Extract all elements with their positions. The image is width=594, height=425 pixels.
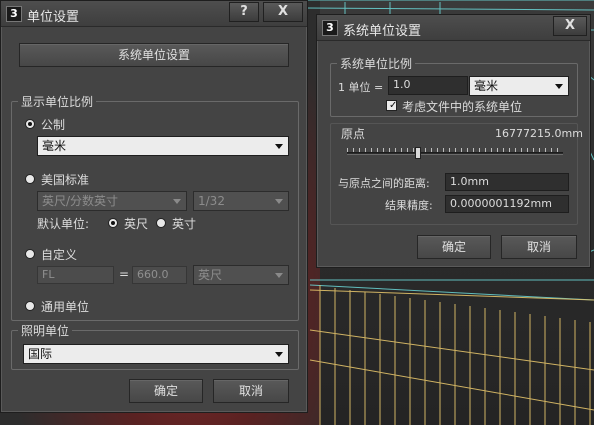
precision-label: 结果精度: (385, 199, 433, 212)
ok-button[interactable]: 确定 (129, 379, 203, 403)
origin-slider-handle[interactable] (415, 147, 421, 159)
us-standard-label: 美国标准 (41, 173, 90, 187)
select-value: 英尺/分数英寸 (42, 194, 119, 208)
chevron-down-icon (173, 199, 181, 204)
close-button[interactable]: X (553, 16, 587, 36)
dialog-title: 单位设置 (27, 10, 80, 25)
distance-label: 与原点之间的距离: (338, 177, 430, 190)
unit-value-field[interactable]: 1.0 (388, 76, 468, 95)
units-setup-titlebar[interactable]: 3 单位设置 ? X (1, 1, 307, 27)
app-logo-icon: 3 (6, 6, 22, 22)
default-feet-radio[interactable] (108, 218, 118, 228)
select-value: 毫米 (474, 79, 499, 93)
system-units-setup-dialog: 3 系统单位设置 X 系统单位比例 1 单位 = 1.0 毫米 ✓ 考虑文件中的… (316, 14, 591, 268)
equals-sign: = (119, 267, 130, 281)
default-inches-radio[interactable] (156, 218, 166, 228)
group-title: 系统单位比例 (337, 55, 416, 72)
origin-label: 原点 (341, 127, 366, 141)
precision-field: 0.0000001192mm (445, 195, 569, 213)
chevron-down-icon (275, 273, 283, 278)
cancel-button[interactable]: 取消 (501, 235, 577, 259)
default-feet-label: 英尺 (124, 217, 149, 231)
custom-name-field[interactable]: FL (37, 266, 114, 284)
select-value: 国际 (28, 347, 53, 361)
system-units-titlebar[interactable]: 3 系统单位设置 X (317, 15, 590, 41)
distance-field: 1.0mm (445, 173, 569, 191)
app-logo-icon: 3 (322, 20, 338, 36)
unit-type-select[interactable]: 毫米 (469, 76, 569, 96)
origin-slider[interactable] (347, 152, 563, 155)
origin-value: 16777215.0mm (495, 127, 583, 140)
dialog-title: 系统单位设置 (343, 24, 422, 39)
group-title: 显示单位比例 (18, 93, 97, 110)
generic-units-label: 通用单位 (41, 300, 90, 314)
chevron-down-icon (275, 199, 283, 204)
respect-system-units-checkbox[interactable]: ✓ (386, 100, 397, 111)
us-fraction-select[interactable]: 1/32 (193, 191, 289, 211)
custom-value-field[interactable]: 660.0 (132, 266, 187, 284)
unit-equals-label: 1 单位 = (338, 81, 384, 94)
us-standard-radio[interactable] (25, 174, 35, 184)
default-unit-label: 默认单位: (37, 217, 90, 231)
respect-system-units-label: 考虑文件中的系统单位 (402, 100, 523, 114)
display-unit-scale-group: 显示单位比例 (11, 93, 299, 321)
generic-units-radio[interactable] (25, 301, 35, 311)
custom-unit-select[interactable]: 英尺 (193, 265, 289, 285)
system-units-setup-button[interactable]: 系统单位设置 (19, 43, 289, 67)
chevron-down-icon (275, 352, 283, 357)
custom-label: 自定义 (41, 248, 78, 262)
select-value: 英尺 (198, 268, 223, 282)
checkmark-icon: ✓ (389, 100, 398, 111)
default-inches-label: 英寸 (172, 217, 197, 231)
metric-units-select[interactable]: 毫米 (37, 136, 289, 156)
metric-label: 公制 (41, 118, 66, 132)
select-value: 1/32 (198, 194, 225, 208)
group-title: 照明单位 (18, 322, 73, 339)
lighting-units-select[interactable]: 国际 (23, 344, 289, 364)
chevron-down-icon (275, 144, 283, 149)
chevron-down-icon (555, 84, 563, 89)
cancel-button[interactable]: 取消 (213, 379, 289, 403)
us-units-select[interactable]: 英尺/分数英寸 (37, 191, 187, 211)
ok-button[interactable]: 确定 (417, 235, 491, 259)
units-setup-dialog: 3 单位设置 ? X 系统单位设置 显示单位比例 公制 毫米 美国标准 英尺/分… (0, 0, 308, 413)
metric-radio[interactable] (25, 119, 35, 129)
select-value: 毫米 (42, 139, 67, 153)
custom-radio[interactable] (25, 249, 35, 259)
help-button[interactable]: ? (229, 2, 259, 22)
close-button[interactable]: X (263, 2, 303, 22)
